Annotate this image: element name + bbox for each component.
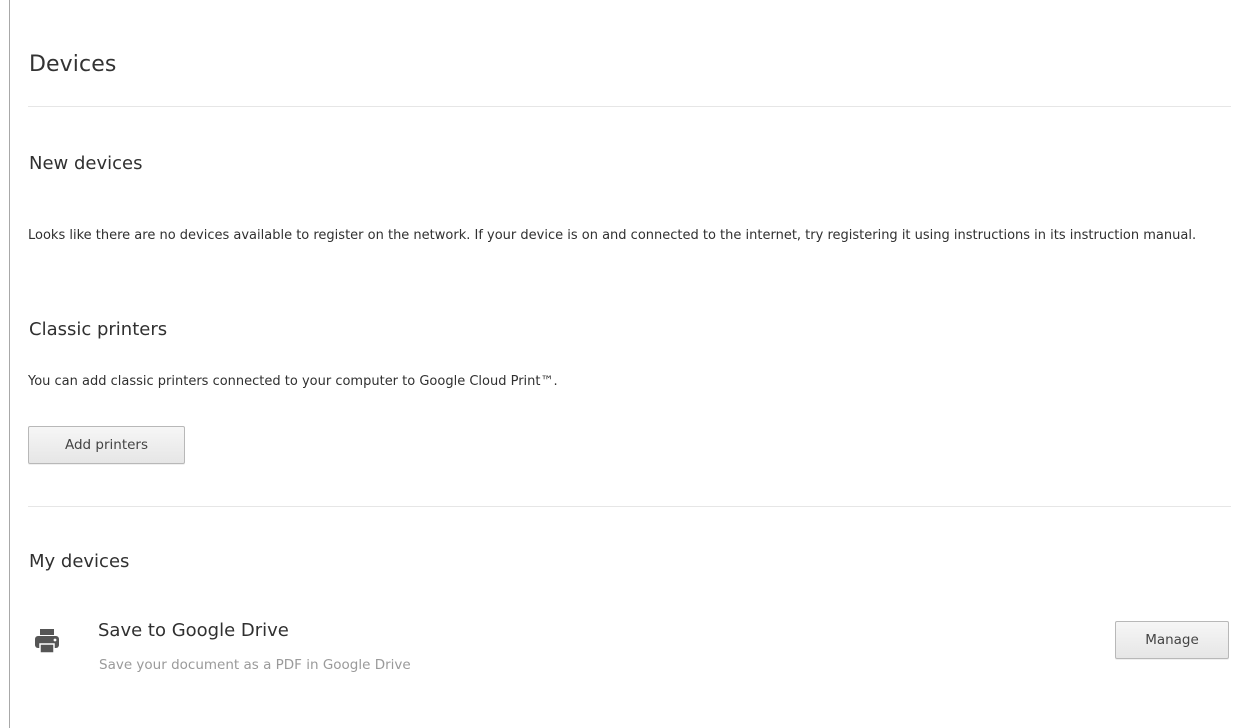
my-devices-heading: My devices	[29, 551, 130, 572]
devices-page: Devices New devices Looks like there are…	[0, 0, 1239, 728]
page-title: Devices	[29, 52, 117, 77]
printer-icon	[32, 626, 62, 656]
classic-printers-heading: Classic printers	[29, 319, 168, 340]
manage-button[interactable]: Manage	[1115, 621, 1229, 659]
window-edge	[9, 0, 10, 728]
classic-printers-description: You can add classic printers connected t…	[28, 374, 558, 389]
divider	[28, 106, 1231, 107]
device-item-save-to-google-drive: Save to Google Drive Save your document …	[28, 612, 1231, 682]
new-devices-heading: New devices	[29, 153, 143, 174]
new-devices-message: Looks like there are no devices availabl…	[28, 228, 1197, 243]
divider	[28, 506, 1231, 507]
add-printers-button[interactable]: Add printers	[28, 426, 185, 464]
device-name: Save to Google Drive	[98, 620, 289, 641]
device-description: Save your document as a PDF in Google Dr…	[99, 657, 411, 673]
